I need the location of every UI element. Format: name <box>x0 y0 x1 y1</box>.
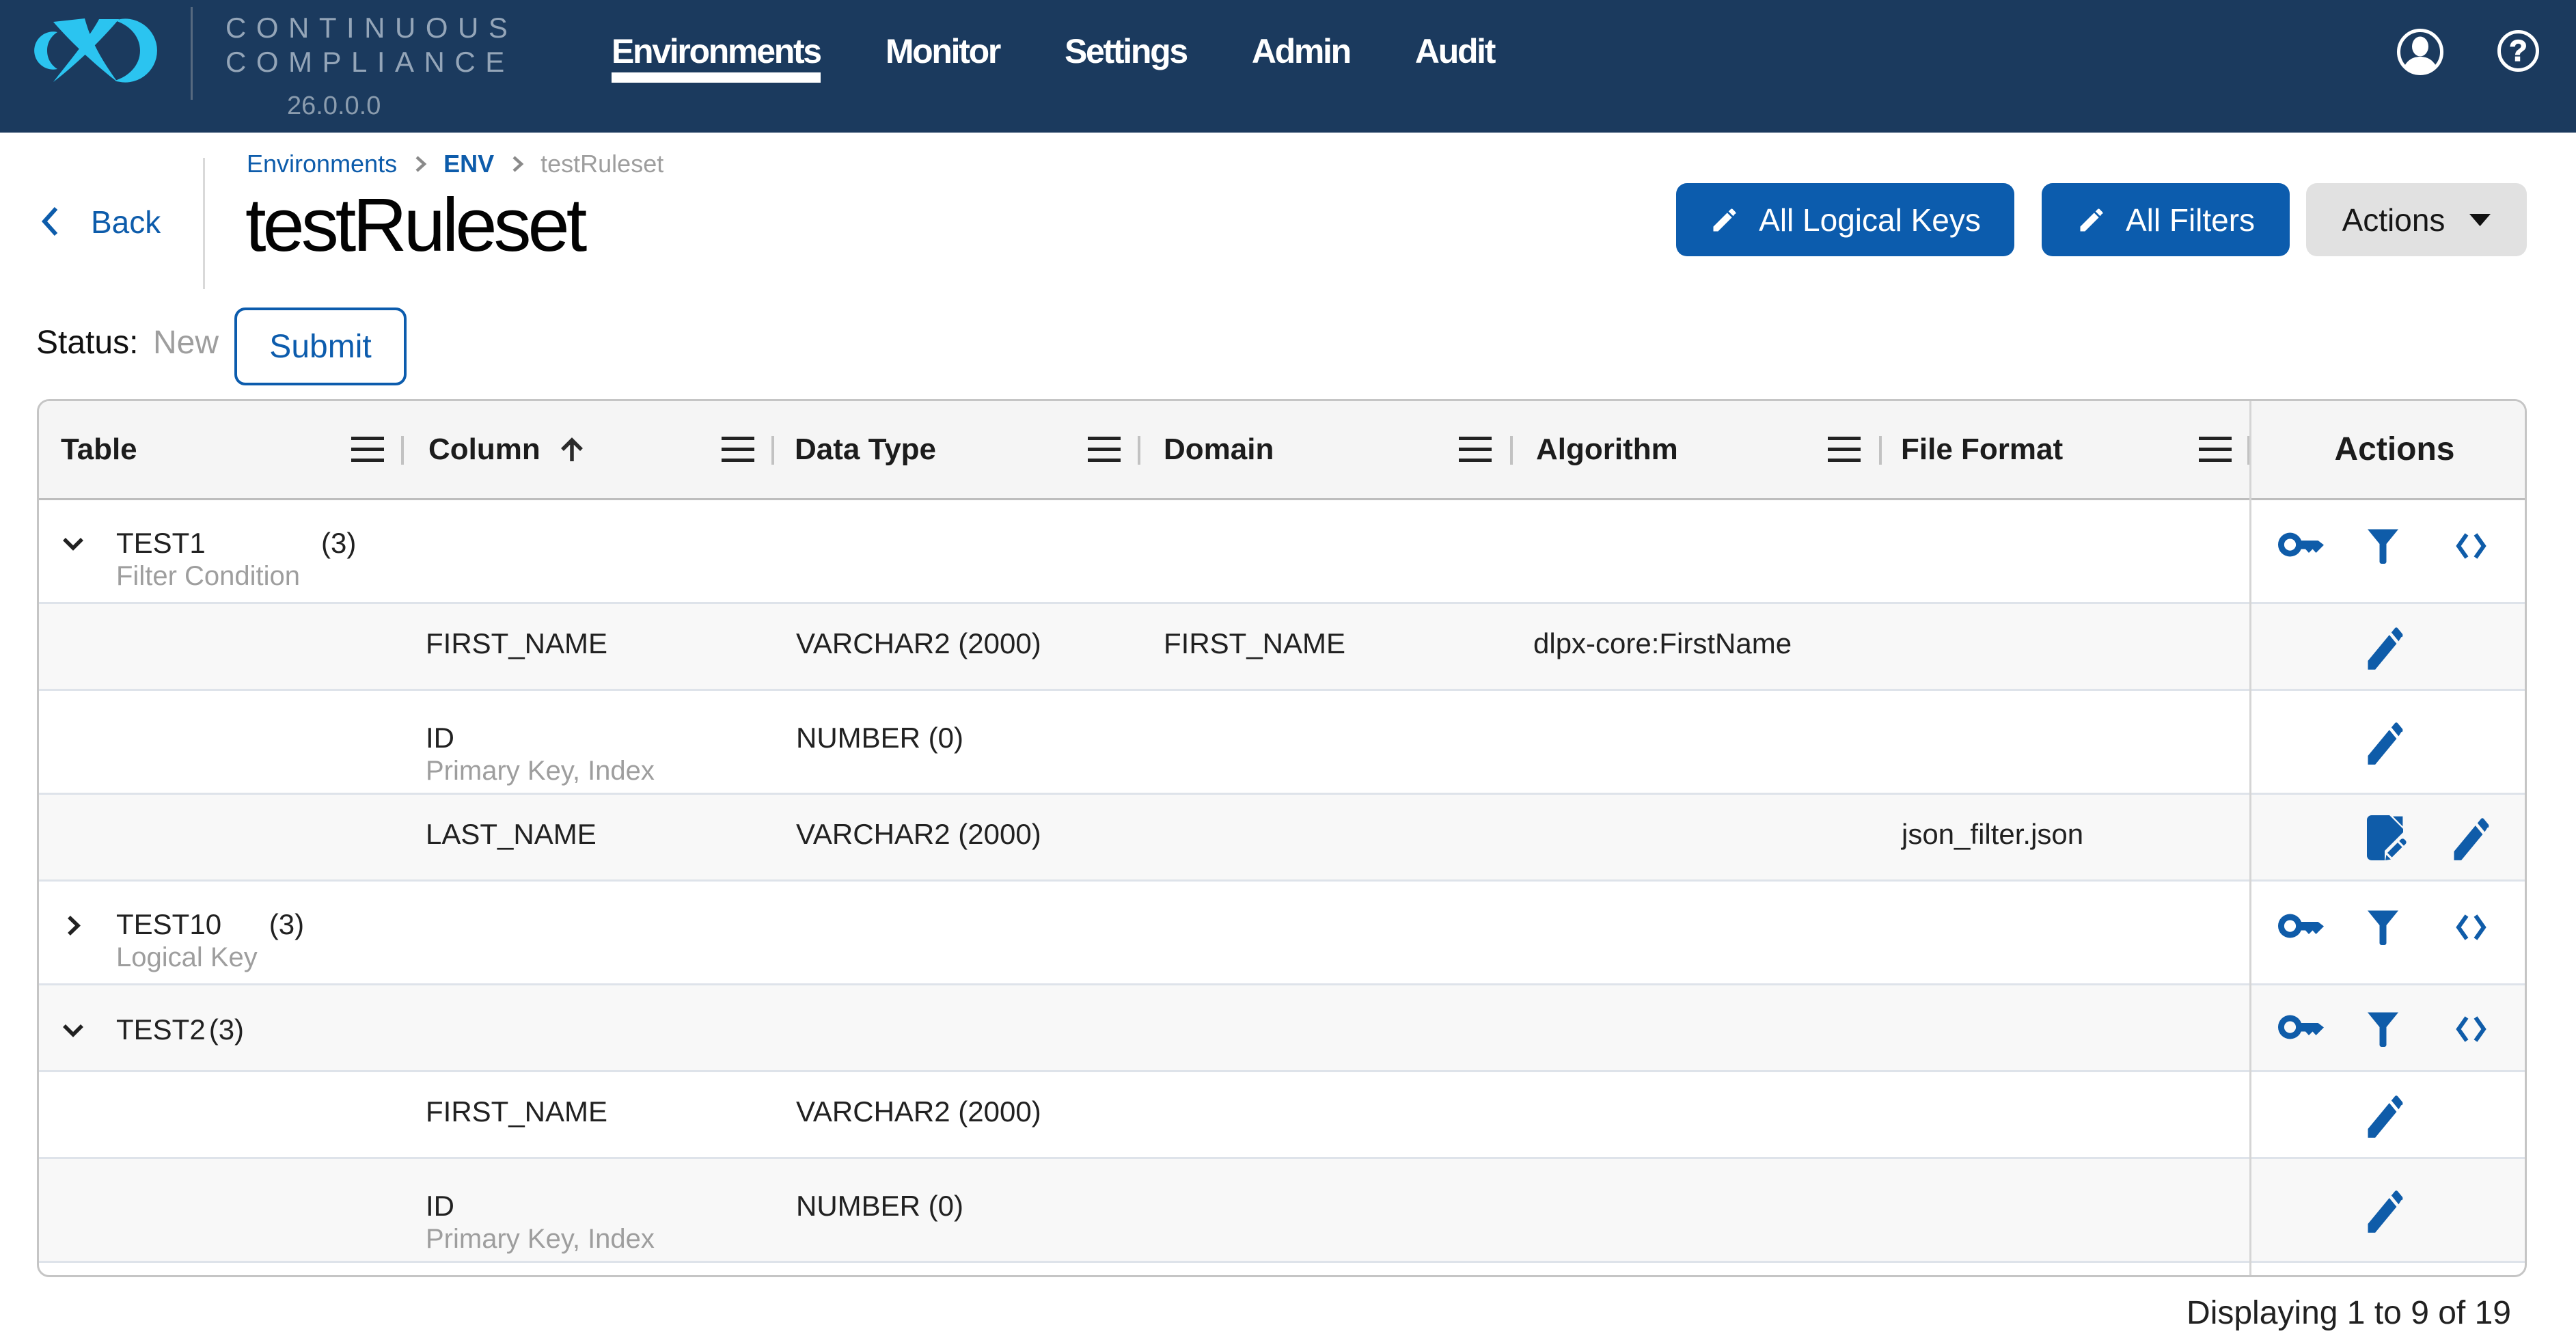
svg-text:?: ? <box>2509 34 2527 68</box>
